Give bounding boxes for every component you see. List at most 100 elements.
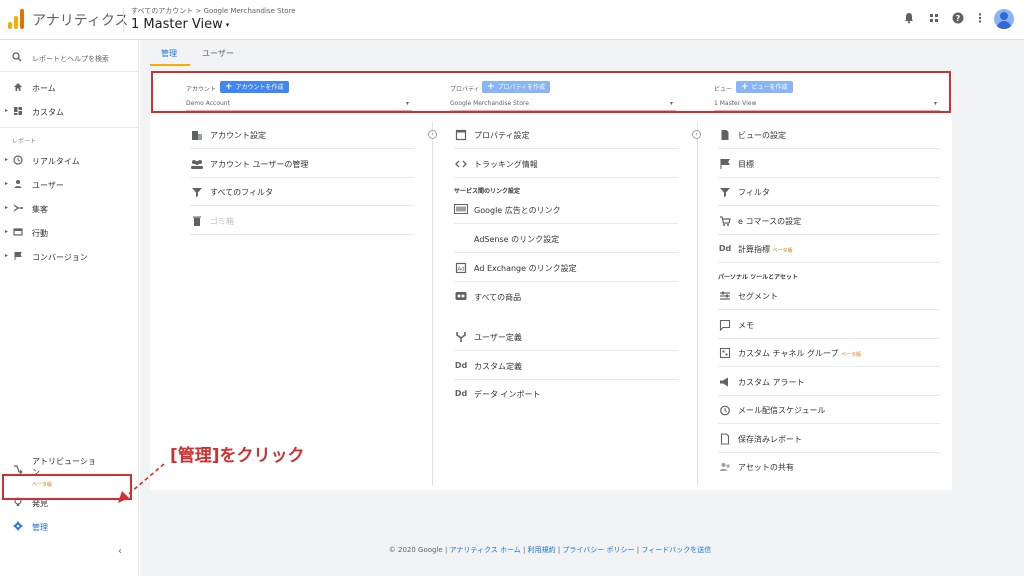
row-label: ビューの設定 — [738, 131, 786, 140]
all-filters-row[interactable]: すべてのフィルタ — [190, 178, 414, 206]
footer: © 2020 Google | アナリティクス ホーム | 利用規約 | プライ… — [388, 546, 712, 554]
tab-user[interactable]: ユーザー — [202, 48, 234, 59]
view-name: 1 Master View — [131, 17, 223, 32]
admin-tabs: 管理 ユーザー — [140, 40, 1024, 66]
scheduled-emails-row[interactable]: メール配信スケジュール — [718, 396, 940, 424]
row-label: Ad Exchange のリンク設定 — [474, 264, 577, 273]
account-settings-row[interactable]: アカウント設定 — [190, 121, 414, 149]
row-label: セグメント — [738, 292, 778, 301]
adsense-link-row[interactable]: AdSense のリンク設定 — [454, 225, 678, 253]
more-vert-icon[interactable] — [973, 12, 987, 26]
sidebar-item-acquisition[interactable]: ▸ 集客 — [0, 198, 139, 220]
row-label: プロパティ設定 — [474, 131, 530, 140]
help-icon[interactable]: ? — [951, 12, 965, 26]
trash-row[interactable]: ゴミ箱 — [190, 207, 414, 235]
apps-icon[interactable] — [927, 12, 941, 26]
sidebar-item-custom[interactable]: ▸ カスタム — [0, 101, 139, 123]
acquisition-icon — [12, 203, 24, 215]
sidebar-item-label: ホーム — [32, 84, 56, 93]
footer-link-home[interactable]: アナリティクス ホーム — [450, 546, 521, 554]
ads-icon — [454, 204, 468, 216]
cart-icon — [718, 215, 732, 227]
goals-row[interactable]: 目標 — [718, 150, 940, 178]
footer-link-privacy[interactable]: プライバシー ポリシー — [562, 546, 634, 554]
expand-arrow-icon: ▸ — [5, 180, 9, 187]
segments-row[interactable]: セグメント — [718, 282, 940, 310]
adx-icon: Ad — [454, 262, 468, 274]
row-label: ユーザー定義 — [474, 333, 522, 342]
custom-channel-groups-row[interactable]: カスタム チャネル グループ ベータ版 — [718, 339, 940, 367]
custom-alerts-row[interactable]: カスタム アラート — [718, 368, 940, 396]
row-label: 保存済みレポート — [738, 435, 802, 444]
row-label: Google 広告とのリンク — [474, 206, 561, 215]
sidebar-item-audience[interactable]: ▸ ユーザー — [0, 174, 139, 196]
breadcrumb[interactable]: すべてのアカウント > Google Merchandise Store — [131, 6, 296, 16]
sidebar-item-admin[interactable]: 管理 — [0, 516, 139, 538]
custom-definitions-row[interactable]: Dd カスタム定義 — [454, 352, 678, 380]
sidebar-item-behavior[interactable]: ▸ 行動 — [0, 222, 139, 244]
sidebar-item-home[interactable]: ホーム — [0, 77, 139, 99]
selector-highlight-box — [151, 71, 951, 113]
caret-down-icon: ▾ — [225, 20, 230, 29]
comment-icon — [718, 319, 732, 332]
top-bar: アナリティクス すべてのアカウント > Google Merchandise S… — [0, 0, 1024, 40]
bell-icon[interactable] — [902, 12, 916, 26]
dd-icon: Dd — [454, 361, 468, 370]
saved-reports-row[interactable]: 保存済みレポート — [718, 425, 940, 453]
row-label: メール配信スケジュール — [738, 406, 826, 415]
sidebar-search[interactable]: レポートとヘルプを検索 — [0, 44, 139, 72]
data-import-row[interactable]: Dd データ インポート — [454, 380, 678, 408]
footer-link-feedback[interactable]: フィードバックを送信 — [641, 546, 711, 554]
view-settings-row[interactable]: ビューの設定 — [718, 121, 940, 149]
linking-section-title: サービス間のリンク設定 — [454, 188, 521, 195]
row-label: AdSense のリンク設定 — [474, 235, 560, 244]
home-icon — [12, 82, 24, 94]
alarm-clock-icon — [718, 404, 732, 416]
megaphone-icon — [718, 376, 732, 388]
beta-badge: ベータ版 — [841, 352, 862, 358]
gear-icon — [12, 521, 24, 533]
personal-tools-section-title: パーソナル ツールとアセット — [718, 274, 798, 281]
sidebar-item-label: カスタム — [32, 108, 64, 117]
expand-arrow-icon: ▸ — [5, 156, 9, 163]
dd-icon: Dd — [454, 389, 468, 398]
share-assets-row[interactable]: アセットの共有 — [718, 453, 940, 481]
annotations-row[interactable]: メモ — [718, 311, 940, 339]
all-products-row[interactable]: すべての商品 — [454, 283, 678, 311]
annotation-text: [管理]をクリック — [170, 446, 305, 466]
view-filters-row[interactable]: フィルタ — [718, 178, 940, 206]
channel-icon — [718, 347, 732, 359]
fork-icon — [454, 331, 468, 343]
flag-icon — [12, 251, 24, 263]
analytics-logo-icon[interactable] — [8, 9, 26, 29]
sidebar-item-conversions[interactable]: ▸ コンバージョン — [0, 246, 139, 268]
account-user-management-row[interactable]: アカウント ユーザーの管理 — [190, 150, 414, 178]
row-label: アカウント ユーザーの管理 — [210, 160, 309, 169]
sidebar-item-label: コンバージョン — [32, 253, 88, 262]
flag-icon — [718, 158, 732, 170]
people-icon — [190, 158, 204, 170]
tracking-info-row[interactable]: トラッキング情報 — [454, 150, 678, 178]
ad-exchange-link-row[interactable]: Ad Ad Exchange のリンク設定 — [454, 254, 678, 282]
view-selector[interactable]: 1 Master View ▾ — [131, 17, 229, 32]
app-name[interactable]: アナリティクス — [32, 10, 128, 30]
account-avatar-icon[interactable] — [994, 9, 1014, 29]
search-label: レポートとヘルプを検索 — [32, 55, 109, 63]
expand-arrow-icon: ▸ — [5, 107, 9, 114]
beta-badge: ベータ版 — [772, 248, 793, 254]
row-label: カスタム定義 — [474, 362, 522, 371]
row-label: データ インポート — [474, 390, 541, 399]
calculated-metrics-row[interactable]: Dd 計算指標 ベータ版 — [718, 235, 940, 263]
footer-link-terms[interactable]: 利用規約 — [528, 546, 556, 554]
sidebar-item-label: 集客 — [32, 205, 48, 214]
ecommerce-settings-row[interactable]: e コマースの設定 — [718, 207, 940, 235]
tab-admin[interactable]: 管理 — [161, 48, 177, 59]
property-settings-row[interactable]: プロパティ設定 — [454, 121, 678, 149]
google-ads-link-row[interactable]: Google 広告とのリンク — [454, 196, 678, 224]
row-label: メモ — [738, 321, 754, 330]
user-definitions-row[interactable]: ユーザー定義 — [454, 323, 678, 351]
filter-icon — [190, 186, 204, 198]
sidebar-item-realtime[interactable]: ▸ リアルタイム — [0, 150, 139, 172]
column-arrow-icon: › — [692, 130, 701, 139]
column-divider — [697, 122, 698, 486]
